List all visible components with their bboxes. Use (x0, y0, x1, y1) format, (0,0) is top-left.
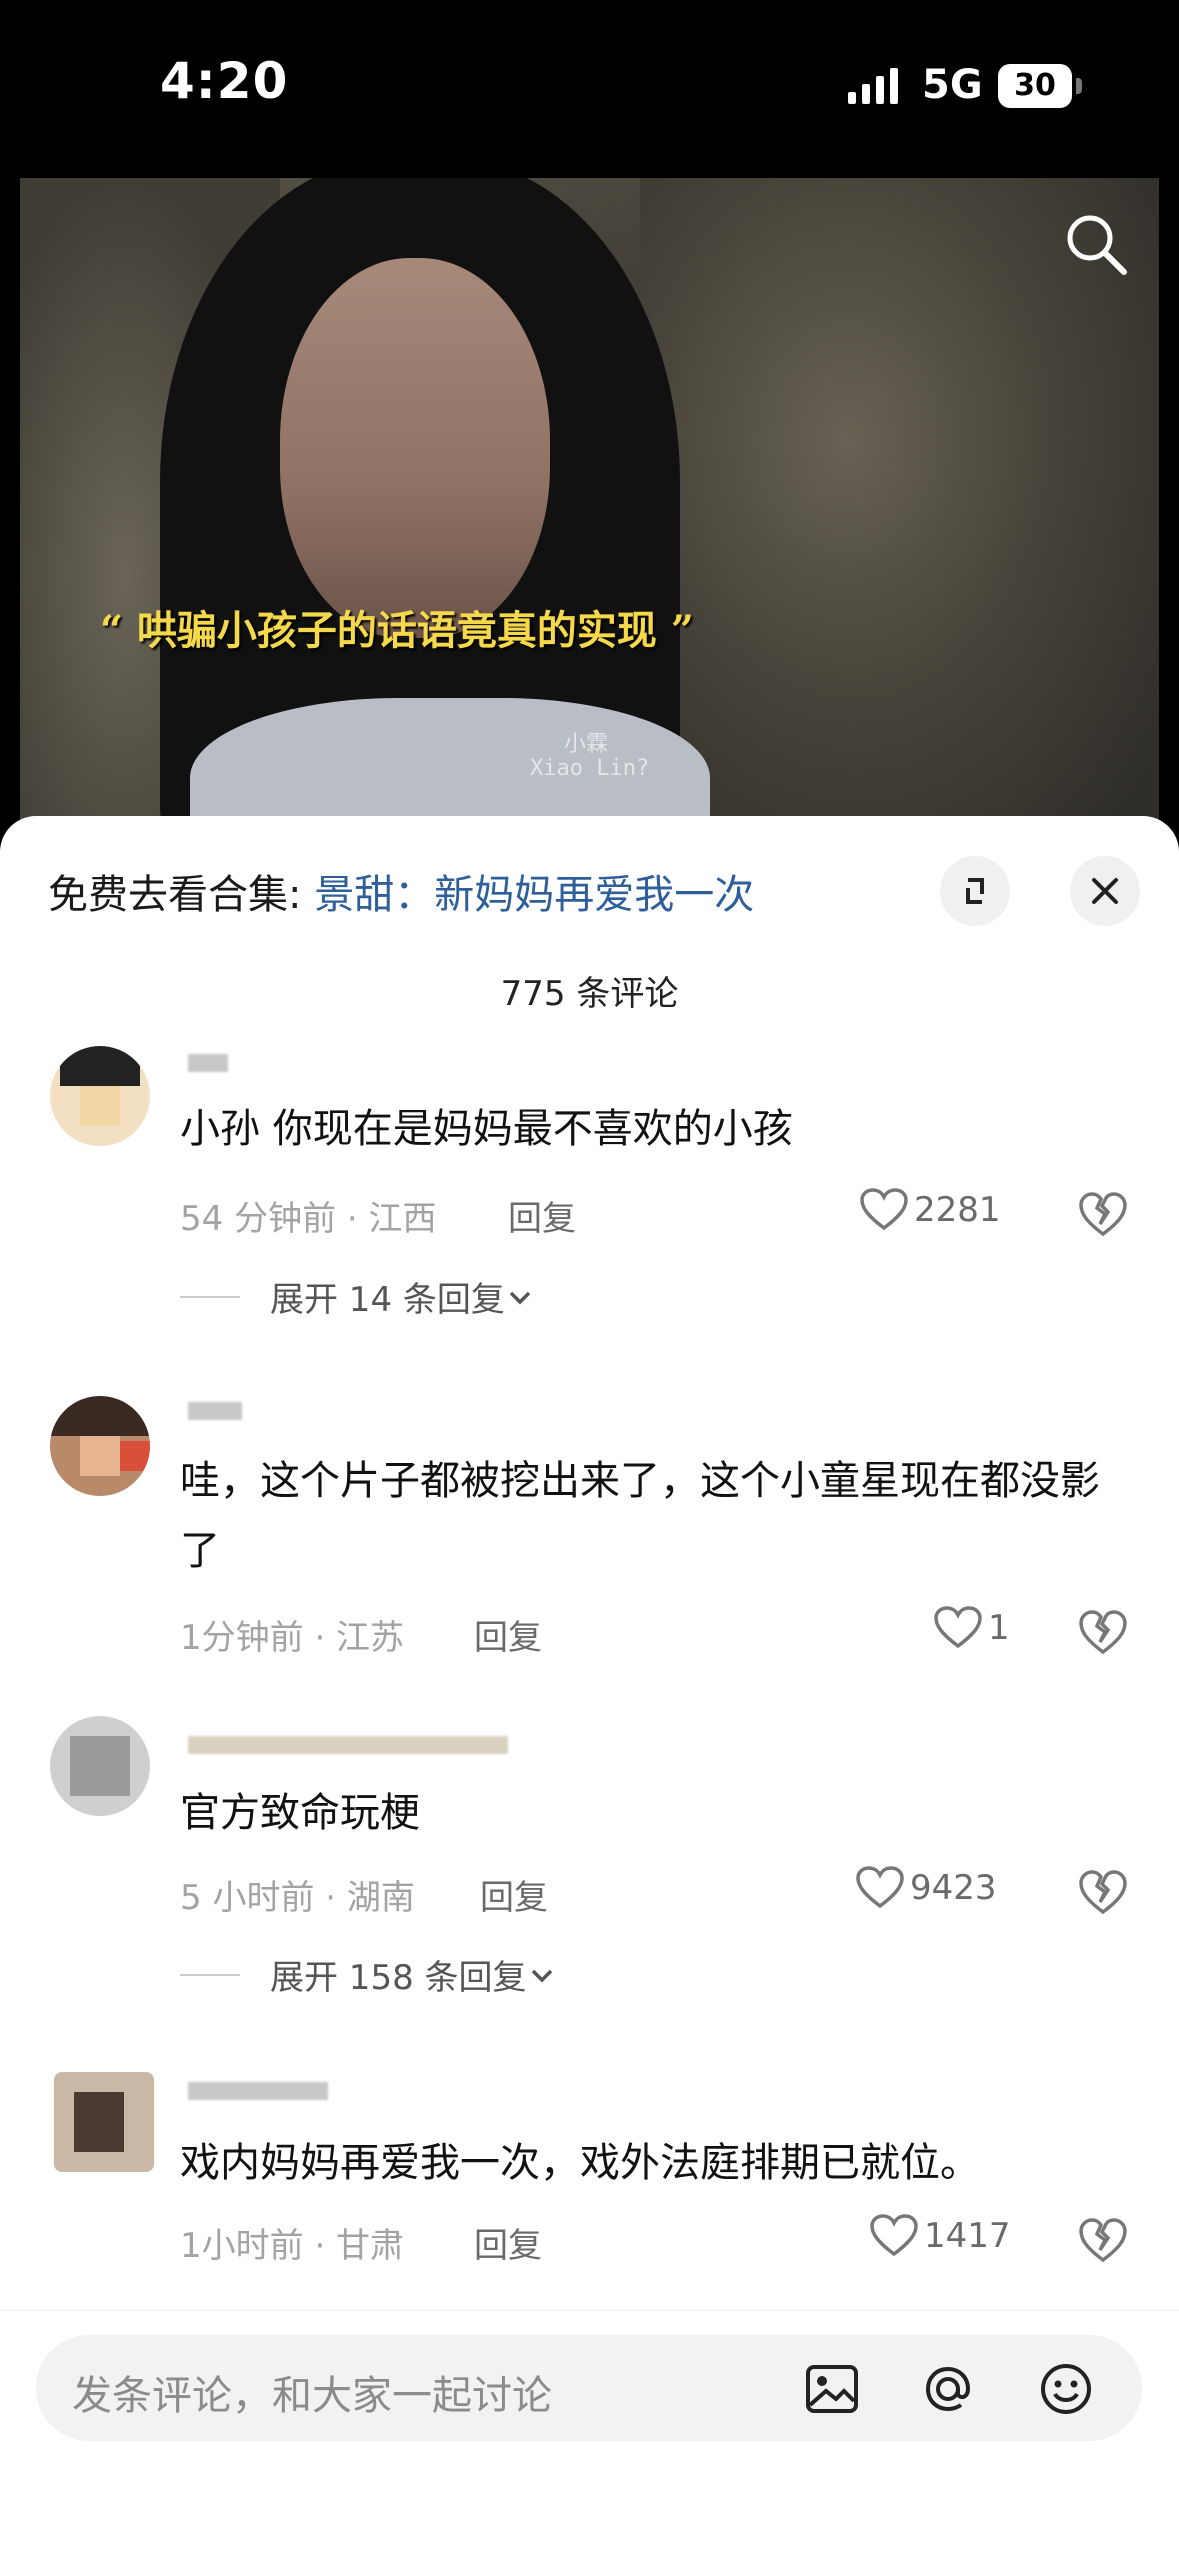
comment-input[interactable]: 发条评论，和大家一起讨论 (36, 2335, 1142, 2441)
comment-input-bar: 发条评论，和大家一起讨论 (0, 2310, 1179, 2557)
expand-replies-label: 展开 14 条回复 (270, 1280, 505, 1320)
username-hidden[interactable] (188, 1402, 242, 1420)
battery-icon: 30 (998, 64, 1072, 108)
collection-prefix: 免费去看合集: (48, 872, 315, 918)
broken-heart-icon[interactable] (1078, 1608, 1128, 1658)
video-subtitle-en: Xiao Lin? (530, 756, 650, 781)
close-button[interactable] (1070, 856, 1140, 926)
signal-icon (848, 68, 898, 104)
comment-meta: 1分钟前 · 江苏 (180, 1618, 405, 1658)
heart-icon (870, 2214, 918, 2257)
heart-icon (934, 1606, 982, 1649)
chevron-down-icon (509, 1291, 531, 1304)
broken-heart-icon[interactable] (1078, 1190, 1128, 1240)
like-count: 1417 (924, 2216, 1011, 2256)
close-icon (1092, 878, 1118, 904)
like-count: 9423 (910, 1868, 997, 1908)
comment-sheet: 免费去看合集: 景甜：新妈妈再爱我一次 775 条评论 小孙 你现在是妈妈最不喜… (0, 816, 1179, 2556)
emoji-icon[interactable] (1038, 2361, 1094, 2417)
collection-link[interactable]: 景甜：新妈妈再爱我一次 (314, 872, 754, 918)
expand-button[interactable] (940, 856, 1010, 926)
expand-replies-label: 展开 158 条回复 (270, 1958, 527, 1998)
video-subtitle-cn: 小霖 (564, 732, 609, 757)
username-hidden[interactable] (188, 1736, 508, 1754)
divider (180, 1973, 240, 1976)
search-icon[interactable] (1060, 208, 1130, 278)
expand-replies-button[interactable]: 展开 158 条回复 (180, 1950, 557, 1999)
comment-meta: 1小时前 · 甘肃 (180, 2226, 405, 2266)
reply-button[interactable]: 回复 (474, 1610, 542, 1659)
collection-banner[interactable]: 免费去看合集: 景甜：新妈妈再爱我一次 (48, 862, 754, 920)
heart-icon (856, 1866, 904, 1909)
avatar[interactable] (50, 1046, 150, 1146)
battery-tip (1076, 78, 1082, 94)
expand-icon (966, 878, 984, 904)
comment-text: 哇，这个片子都被挖出来了，这个小童星现在都没影了 (180, 1458, 1100, 1574)
like-button[interactable]: 9423 (856, 1866, 997, 1910)
reply-button[interactable]: 回复 (474, 2218, 542, 2267)
status-time: 4:20 (160, 52, 289, 110)
video-player[interactable]: “ 哄骗小孩子的话语竟真的实现 ” 小霖 Xiao Lin? (20, 178, 1159, 838)
broken-heart-icon[interactable] (1078, 2216, 1128, 2266)
comment-text: 戏内妈妈再爱我一次，戏外法庭排期已就位。 (180, 2140, 980, 2186)
expand-replies-button[interactable]: 展开 14 条回复 (180, 1272, 535, 1321)
comment-input-placeholder: 发条评论，和大家一起讨论 (72, 2373, 552, 2419)
like-count: 2281 (914, 1190, 1001, 1230)
at-icon[interactable] (920, 2361, 976, 2417)
like-button[interactable]: 1 (934, 1606, 1010, 1650)
comment-text: 小孙 你现在是妈妈最不喜欢的小孩 (180, 1106, 793, 1152)
network-type: 5G (922, 62, 983, 108)
comment-meta: 5 小时前 · 湖南 (180, 1878, 415, 1918)
comment-meta: 54 分钟前 · 江西 (180, 1199, 437, 1239)
comment-text: 官方致命玩梗 (180, 1790, 420, 1836)
like-count: 1 (988, 1608, 1010, 1648)
like-button[interactable]: 1417 (870, 2214, 1011, 2258)
reply-button[interactable]: 回复 (480, 1870, 548, 1919)
divider (180, 1295, 240, 1298)
image-icon[interactable] (804, 2361, 860, 2417)
status-bar: 4:20 5G 30 (0, 0, 1179, 170)
username-hidden[interactable] (188, 1054, 228, 1072)
avatar[interactable] (50, 1396, 150, 1496)
like-button[interactable]: 2281 (860, 1188, 1001, 1232)
reply-button[interactable]: 回复 (508, 1191, 576, 1240)
avatar[interactable] (50, 1716, 150, 1816)
broken-heart-icon[interactable] (1078, 1868, 1128, 1918)
chevron-down-icon (531, 1969, 552, 1982)
comment-count: 775 条评论 (500, 974, 679, 1014)
avatar[interactable] (54, 2072, 154, 2172)
heart-icon (860, 1188, 908, 1231)
username-hidden[interactable] (188, 2082, 328, 2100)
video-figure-face (280, 258, 550, 638)
video-caption: “ 哄骗小孩子的话语竟真的实现 ” (100, 607, 694, 654)
